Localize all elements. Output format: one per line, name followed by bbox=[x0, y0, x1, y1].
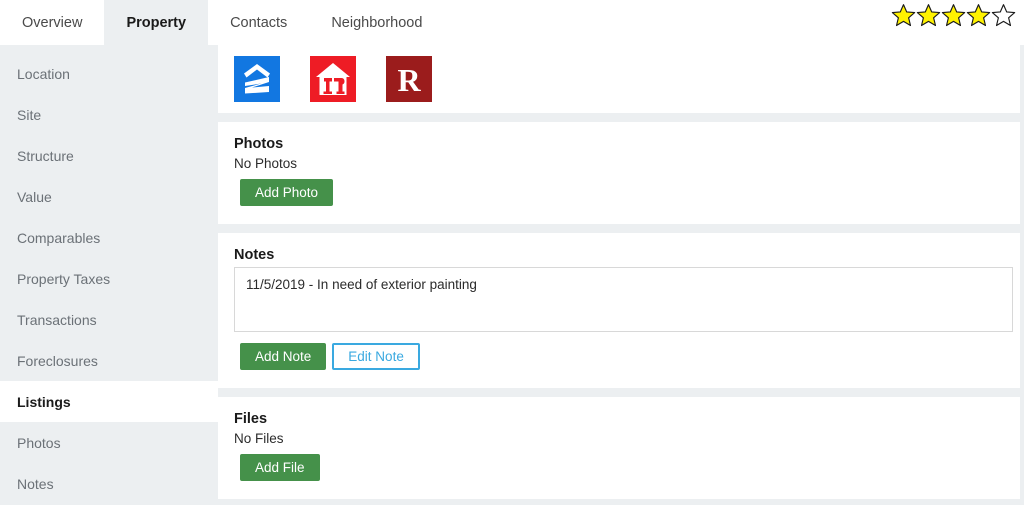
sidebar-item-foreclosures[interactable]: Foreclosures bbox=[0, 340, 218, 381]
tab-neighborhood-label: Neighborhood bbox=[331, 14, 423, 31]
add-file-button[interactable]: Add File bbox=[240, 454, 320, 481]
sidebar-item-label: Foreclosures bbox=[17, 352, 98, 369]
files-section: Files No Files Add File bbox=[218, 397, 1020, 499]
zillow-logo-icon[interactable] bbox=[234, 56, 280, 102]
sidebar-item-label: Structure bbox=[17, 147, 74, 164]
sidebar-item-value[interactable]: Value bbox=[0, 176, 218, 217]
listing-sites-row: R bbox=[218, 45, 1020, 113]
tab-neighborhood[interactable]: Neighborhood bbox=[309, 0, 445, 45]
sidebar-item-label: Value bbox=[17, 188, 52, 205]
sidebar-item-label: Transactions bbox=[17, 311, 97, 328]
star-filled-icon-3[interactable] bbox=[941, 3, 966, 28]
sidebar-item-label: Property Taxes bbox=[17, 270, 111, 287]
files-section-title: Files bbox=[234, 411, 268, 427]
property-detail-page: Overview Property Contacts Neighborhood bbox=[0, 0, 1024, 505]
realtor-house-logo-icon[interactable] bbox=[310, 56, 356, 102]
star-rating[interactable] bbox=[891, 3, 1016, 28]
photos-section: Photos No Photos Add Photo bbox=[218, 122, 1020, 224]
listings-content-panel: R Photos No Photos Add Photo Notes 11/5/… bbox=[218, 45, 1024, 505]
edit-note-button[interactable]: Edit Note bbox=[332, 343, 420, 370]
sidebar-item-listings[interactable]: Listings bbox=[0, 381, 218, 422]
redfin-r-logo-icon[interactable]: R bbox=[386, 56, 432, 102]
sidebar-item-property-taxes[interactable]: Property Taxes bbox=[0, 258, 218, 299]
notes-section: Notes 11/5/2019 - In need of exterior pa… bbox=[218, 233, 1020, 388]
notes-section-title: Notes bbox=[234, 247, 275, 263]
photos-empty-text: No Photos bbox=[234, 156, 298, 171]
sidebar-item-comparables[interactable]: Comparables bbox=[0, 217, 218, 258]
sidebar-item-structure[interactable]: Structure bbox=[0, 135, 218, 176]
sidebar-item-label: Site bbox=[17, 106, 42, 123]
photos-section-title: Photos bbox=[234, 136, 284, 152]
star-filled-icon-1[interactable] bbox=[891, 3, 916, 28]
star-filled-icon-2[interactable] bbox=[916, 3, 941, 28]
notes-action-row: Add Note Edit Note bbox=[234, 343, 1004, 370]
sidebar-item-transactions[interactable]: Transactions bbox=[0, 299, 218, 340]
sidebar-item-location[interactable]: Location bbox=[0, 53, 218, 94]
svg-text:R: R bbox=[397, 62, 421, 98]
notes-textarea[interactable]: 11/5/2019 - In need of exterior painting bbox=[234, 267, 1013, 332]
top-tab-bar: Overview Property Contacts Neighborhood bbox=[0, 0, 1024, 45]
tab-contacts[interactable]: Contacts bbox=[208, 0, 310, 45]
tab-property[interactable]: Property bbox=[104, 0, 209, 45]
sidebar-item-label: Photos bbox=[17, 434, 61, 451]
tab-overview-label: Overview bbox=[22, 14, 83, 31]
tab-property-label: Property bbox=[126, 14, 187, 31]
sidebar-item-site[interactable]: Site bbox=[0, 94, 218, 135]
tab-overview[interactable]: Overview bbox=[0, 0, 105, 45]
tab-contacts-label: Contacts bbox=[230, 14, 288, 31]
sidebar-item-label: Listings bbox=[17, 393, 71, 410]
star-empty-icon-5[interactable] bbox=[991, 3, 1016, 28]
sidebar-item-photos[interactable]: Photos bbox=[0, 422, 218, 463]
property-sidebar: Location Site Structure Value Comparable… bbox=[0, 45, 218, 505]
sidebar-item-label: Comparables bbox=[17, 229, 101, 246]
sidebar-item-notes[interactable]: Notes bbox=[0, 463, 218, 504]
add-note-button[interactable]: Add Note bbox=[240, 343, 327, 370]
sidebar-item-label: Notes bbox=[17, 475, 54, 492]
sidebar-item-label: Location bbox=[17, 65, 70, 82]
star-filled-icon-4[interactable] bbox=[966, 3, 991, 28]
tab-list: Overview Property Contacts Neighborhood bbox=[0, 0, 445, 45]
files-empty-text: No Files bbox=[234, 431, 284, 446]
add-photo-button[interactable]: Add Photo bbox=[240, 179, 334, 206]
